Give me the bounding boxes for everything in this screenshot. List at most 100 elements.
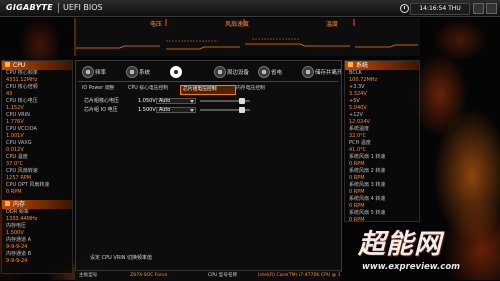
stat-row: 系统风扇 2 转速 0 RPM [345, 168, 419, 182]
stat-label: CPU 核心电压 [6, 98, 38, 104]
stat-row: CPU 核心电压 1.152V [2, 98, 72, 112]
voltage-graph-label: 电压 [150, 20, 162, 28]
voltage-subtab[interactable]: CPU 核心电压控制 [126, 85, 180, 93]
mode-icon[interactable] [473, 3, 484, 14]
stat-row: CPU VRIN 1.776V [2, 112, 72, 126]
setting-label: 芯片组 IO 电压 [84, 107, 118, 113]
stat-row: 系统温度 32.0°C [345, 126, 419, 140]
main-tab[interactable]: 储存并离开 [302, 64, 342, 78]
stat-label: CPU 核心频率 [6, 70, 38, 76]
stat-label: CPU 温度 [6, 154, 28, 160]
setting-mode-value: Auto [159, 99, 171, 104]
stat-label: 系统温度 [349, 126, 370, 132]
tab-label: 周边设备 [227, 70, 250, 76]
stat-label: CPU VAXG [6, 140, 32, 146]
stat-row: CPU 核心频率 4331.12MHz [2, 70, 72, 84]
right-status-panel: 系统 BCLK 100.72MHz +3.3V 3.324V +5V 5.040V +12V… [344, 60, 420, 224]
cpu-icon [5, 62, 10, 67]
system-section-title: 系统 [356, 62, 369, 69]
setting-slider[interactable] [200, 107, 250, 113]
stat-value: 0 RPM [349, 161, 365, 167]
stat-row: CPU 风扇转速 1257 RPM [2, 168, 72, 182]
slider-knob[interactable] [238, 107, 245, 113]
voltage-subtab[interactable]: 芯片组电压控制 [180, 85, 236, 95]
peripherals-icon [214, 66, 226, 78]
cpu-section-header: CPU [2, 61, 72, 70]
stat-row: BCLK 100.72MHz [345, 70, 419, 84]
setting-row: 芯片组核心电压 1.050V Auto [76, 97, 341, 105]
stat-value: 32.0°C [349, 133, 367, 139]
stat-value: 0 RPM [349, 175, 365, 181]
stat-value: 5.040V [349, 105, 367, 111]
stat-row: DDR 频率 1333.44MHz [2, 209, 72, 223]
clock-icon [400, 4, 409, 13]
system-stat-list: BCLK 100.72MHz +3.3V 3.324V +5V 5.040V +12V 12.… [345, 70, 419, 224]
help-text: 设定 CPU VRIN 切换频率值 [90, 255, 153, 261]
stat-value: 0.012V [6, 147, 24, 153]
stat-label: 系统风扇 1 转速 [349, 154, 386, 160]
cpu-stat-list: CPU 核心频率 4331.12MHz CPU 核心倍频 43 CPU 核心电压 1.15… [2, 70, 72, 196]
title-separator [58, 3, 59, 13]
main-settings-panel: 频率 系统 周边设备 省电 储存并离开 IO Power 调整 CPU 核心电压控制 芯片组… [75, 60, 342, 272]
stat-value: 3.324V [349, 91, 367, 97]
stat-value: 43 [6, 91, 13, 97]
stat-value: 1.500V [6, 230, 24, 236]
stat-row: 内存通道 B 9-9-9-24 [2, 251, 72, 265]
stat-label: 系统风扇 3 转速 [349, 182, 386, 188]
stat-value: 41.0°C [349, 147, 367, 153]
stat-row: 系统风扇 4 转速 0 RPM [345, 196, 419, 210]
system-time: 14:16:54 THU [410, 3, 470, 15]
main-tab[interactable]: 频率 [82, 64, 124, 78]
stat-label: CPU VRIN [6, 112, 30, 118]
stat-value: 9-9-9-24 [6, 258, 28, 264]
stat-row: +3.3V 3.324V [345, 84, 419, 98]
setting-slider[interactable] [200, 98, 250, 104]
memory-stat-list: DDR 频率 1333.44MHz 内存电压 1.500V 内存通道 A 9-9-9-24… [2, 209, 72, 265]
stat-label: CPU OPT 风扇转速 [6, 182, 50, 188]
stat-label: CPU 风扇转速 [6, 168, 38, 174]
bios-features-icon [170, 66, 182, 78]
stat-label: 内存电压 [6, 223, 27, 229]
setting-row: 芯片组 IO 电压 1.500V Auto [76, 106, 341, 114]
stat-value: 12.024V [349, 119, 370, 125]
stat-label: +5V [349, 98, 360, 104]
stat-row: CPU 核心倍频 43 [2, 84, 72, 98]
stat-value: 1.152V [6, 105, 24, 111]
stat-row: +12V 12.024V [345, 112, 419, 126]
tab-label: 系统 [139, 70, 151, 76]
stat-row: 内存通道 A 9-9-9-24 [2, 237, 72, 251]
main-tab[interactable]: 周边设备 [214, 64, 256, 78]
power-icon [258, 66, 270, 78]
stat-value: 1333.44MHz [6, 216, 38, 222]
hardware-monitor-graphs: 电压 风扇速度 温度 [74, 18, 420, 56]
expreview-watermark-logo: 超能网 [358, 229, 442, 260]
main-tab[interactable]: 省电 [258, 64, 300, 78]
stat-label: 系统风扇 2 转速 [349, 168, 386, 174]
setting-mode-dropdown[interactable]: Auto [156, 107, 196, 113]
voltage-subtab[interactable]: 内存电压控制 [234, 85, 288, 93]
setting-mode-value: Auto [159, 108, 171, 113]
stat-value: 1.001V [6, 133, 24, 139]
stat-label: +12V [349, 112, 363, 118]
stat-label: 内存通道 B [6, 251, 32, 257]
stat-row: CPU VAXG 0.012V [2, 140, 72, 154]
voltage-subtab[interactable]: IO Power 调整 [80, 85, 126, 93]
chevron-down-icon [190, 100, 194, 103]
stat-value: 100.72MHz [349, 77, 378, 83]
main-tab[interactable] [170, 64, 212, 78]
settings-icon[interactable] [486, 3, 497, 14]
stat-label: CPU 核心倍频 [6, 84, 38, 90]
stat-row: CPU OPT 风扇转速 0 RPM [2, 182, 72, 196]
setting-mode-dropdown[interactable]: Auto [156, 98, 196, 104]
expreview-watermark-url: www.expreview.com [362, 262, 461, 272]
slider-knob[interactable] [238, 98, 245, 104]
stat-label: CPU VCCIOA [6, 126, 37, 132]
stat-row: PCH 温度 41.0°C [345, 140, 419, 154]
stat-row: CPU VCCIOA 1.001V [2, 126, 72, 140]
memory-icon [5, 201, 10, 206]
cpu-section-title: CPU [13, 62, 26, 69]
tab-label: 储存并离开 [315, 70, 342, 76]
main-tab[interactable]: 系统 [126, 64, 168, 78]
save-exit-icon [302, 66, 314, 78]
stat-row: CPU 温度 37.0°C [2, 154, 72, 168]
